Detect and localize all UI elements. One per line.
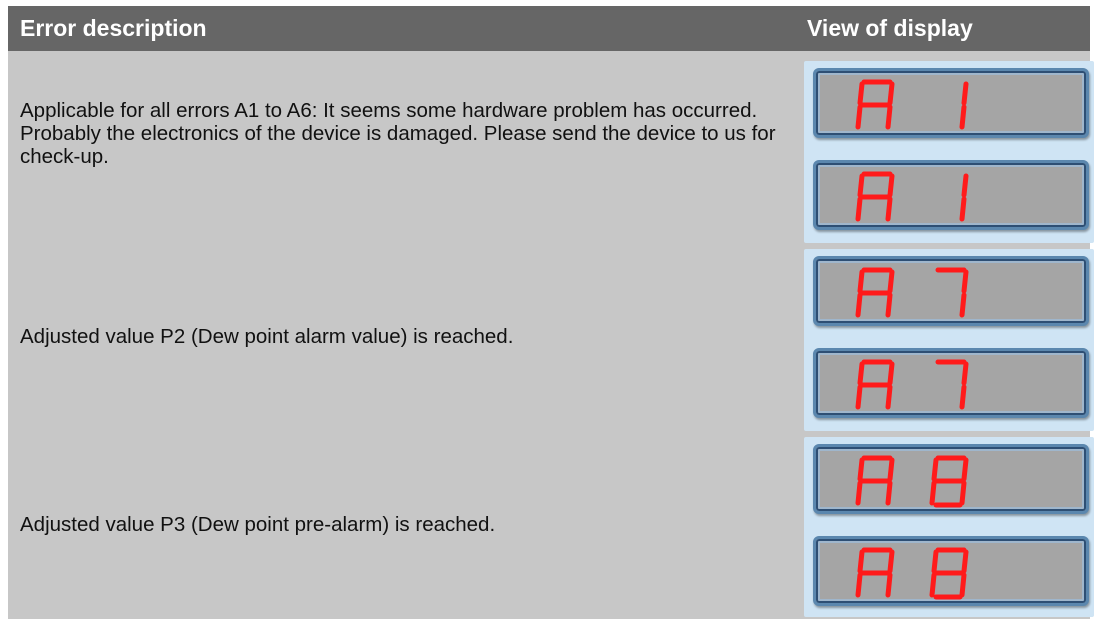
segment-f — [931, 457, 939, 482]
seven-segment-glyph — [855, 171, 895, 222]
segment-f — [857, 269, 865, 294]
seven-segment-glyph — [959, 81, 969, 130]
segment-b — [961, 173, 969, 198]
led-display — [813, 256, 1089, 326]
segment-b — [887, 269, 895, 294]
segment-e — [855, 572, 863, 598]
seven-segment-glyph — [855, 455, 895, 506]
seven-segment-glyph — [935, 359, 969, 410]
display-char — [854, 453, 898, 509]
segment-f — [857, 361, 865, 386]
segment-e — [855, 104, 863, 130]
table-row: Adjusted value P3 (Dew point pre-alarm) … — [8, 427, 1094, 619]
segment-f — [857, 81, 865, 106]
error-description-text: Applicable for all errors A1 to A6: It s… — [20, 99, 776, 168]
segment-c — [885, 480, 893, 506]
segment-e — [855, 196, 863, 222]
segment-e — [855, 384, 863, 410]
display-char — [854, 357, 898, 413]
segment-b — [961, 361, 969, 386]
header-view-of-display: View of display — [807, 15, 973, 41]
segment-f — [931, 549, 939, 574]
display-char — [928, 357, 972, 413]
segment-c — [885, 104, 893, 130]
segment-f — [857, 549, 865, 574]
seven-segment-glyph — [929, 455, 969, 508]
seven-segment-glyph — [855, 359, 895, 410]
segment-c — [959, 480, 967, 506]
segment-b — [887, 457, 895, 482]
segment-b — [961, 549, 969, 574]
segment-e — [929, 480, 937, 506]
display-char — [854, 545, 898, 601]
seven-segment-glyph — [929, 547, 969, 600]
segment-e — [855, 480, 863, 506]
segment-b — [961, 457, 969, 482]
segment-b — [961, 269, 969, 294]
segment-c — [959, 292, 967, 318]
display-char — [928, 265, 972, 321]
segment-c — [959, 196, 967, 222]
table-header: Error description View of display — [8, 6, 1090, 51]
seven-segment-glyph — [855, 79, 895, 130]
segment-b — [961, 81, 969, 106]
seven-segment-glyph — [855, 547, 895, 598]
error-description-text: Adjusted value P3 (Dew point pre-alarm) … — [20, 513, 496, 536]
display-char — [854, 169, 898, 225]
display-char — [928, 545, 972, 601]
segment-c — [885, 572, 893, 598]
display-char — [854, 77, 898, 133]
error-table: Error description View of display Applic… — [8, 6, 1094, 619]
seven-segment-glyph — [935, 267, 969, 318]
display-char — [854, 265, 898, 321]
segment-f — [857, 173, 865, 198]
display-panel — [804, 437, 1094, 617]
led-display — [813, 348, 1089, 418]
segment-b — [887, 81, 895, 106]
display-panel — [804, 249, 1094, 431]
display-panel — [804, 61, 1094, 243]
segment-c — [959, 572, 967, 598]
segment-c — [885, 196, 893, 222]
segment-c — [885, 292, 893, 318]
segment-b — [887, 549, 895, 574]
seven-segment-glyph — [855, 267, 895, 318]
table-row: Adjusted value P2 (Dew point alarm value… — [8, 239, 1094, 431]
segment-e — [929, 572, 937, 598]
segment-b — [887, 173, 895, 198]
segment-c — [959, 384, 967, 410]
segment-c — [885, 384, 893, 410]
segment-b — [887, 361, 895, 386]
led-display — [813, 444, 1089, 514]
segment-e — [855, 292, 863, 318]
display-char — [928, 453, 972, 509]
led-display — [813, 536, 1089, 606]
header-error-description: Error description — [20, 15, 207, 41]
table-row: Applicable for all errors A1 to A6: It s… — [8, 51, 1094, 243]
led-display — [813, 160, 1089, 230]
segment-f — [857, 457, 865, 482]
display-char — [928, 169, 972, 225]
segment-c — [959, 104, 967, 130]
led-display — [813, 68, 1089, 138]
seven-segment-glyph — [959, 173, 969, 222]
error-description-text: Adjusted value P2 (Dew point alarm value… — [20, 325, 514, 348]
display-char — [928, 77, 972, 133]
